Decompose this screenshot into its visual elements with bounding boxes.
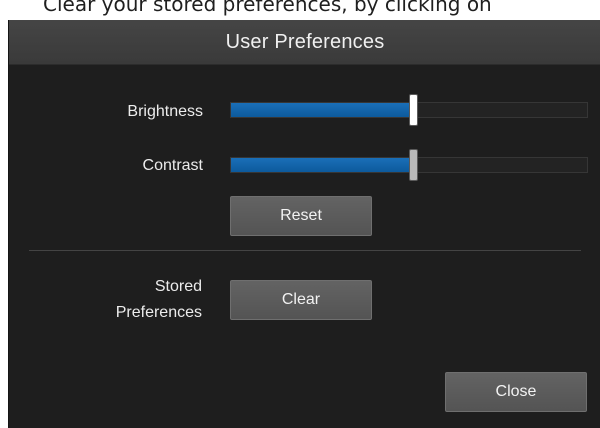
contrast-slider-thumb[interactable] bbox=[408, 149, 418, 181]
user-preferences-dialog: User Preferences Brightness Contrast Res… bbox=[8, 20, 600, 428]
dialog-titlebar: User Preferences bbox=[9, 20, 600, 65]
stored-preferences-label-line2: Preferences bbox=[115, 304, 202, 321]
clear-button[interactable]: Clear bbox=[230, 280, 372, 320]
brightness-slider-thumb[interactable] bbox=[408, 94, 418, 126]
section-divider bbox=[29, 250, 581, 251]
reset-button[interactable]: Reset bbox=[230, 196, 372, 236]
close-button[interactable]: Close bbox=[445, 372, 587, 412]
brightness-label: Brightness bbox=[127, 103, 203, 120]
dialog-title: User Preferences bbox=[225, 30, 385, 53]
background-instruction-text: Clear your stored preferences, by clicki… bbox=[43, 0, 492, 16]
stored-preferences-label: Stored Preferences bbox=[69, 274, 202, 326]
brightness-slider[interactable] bbox=[230, 94, 588, 126]
contrast-slider[interactable] bbox=[230, 149, 588, 181]
brightness-slider-fill bbox=[231, 103, 413, 117]
page: Clear your stored preferences, by clicki… bbox=[0, 0, 600, 428]
stored-preferences-label-line1: Stored bbox=[154, 278, 202, 295]
contrast-label: Contrast bbox=[142, 157, 203, 174]
contrast-slider-fill bbox=[231, 158, 413, 172]
